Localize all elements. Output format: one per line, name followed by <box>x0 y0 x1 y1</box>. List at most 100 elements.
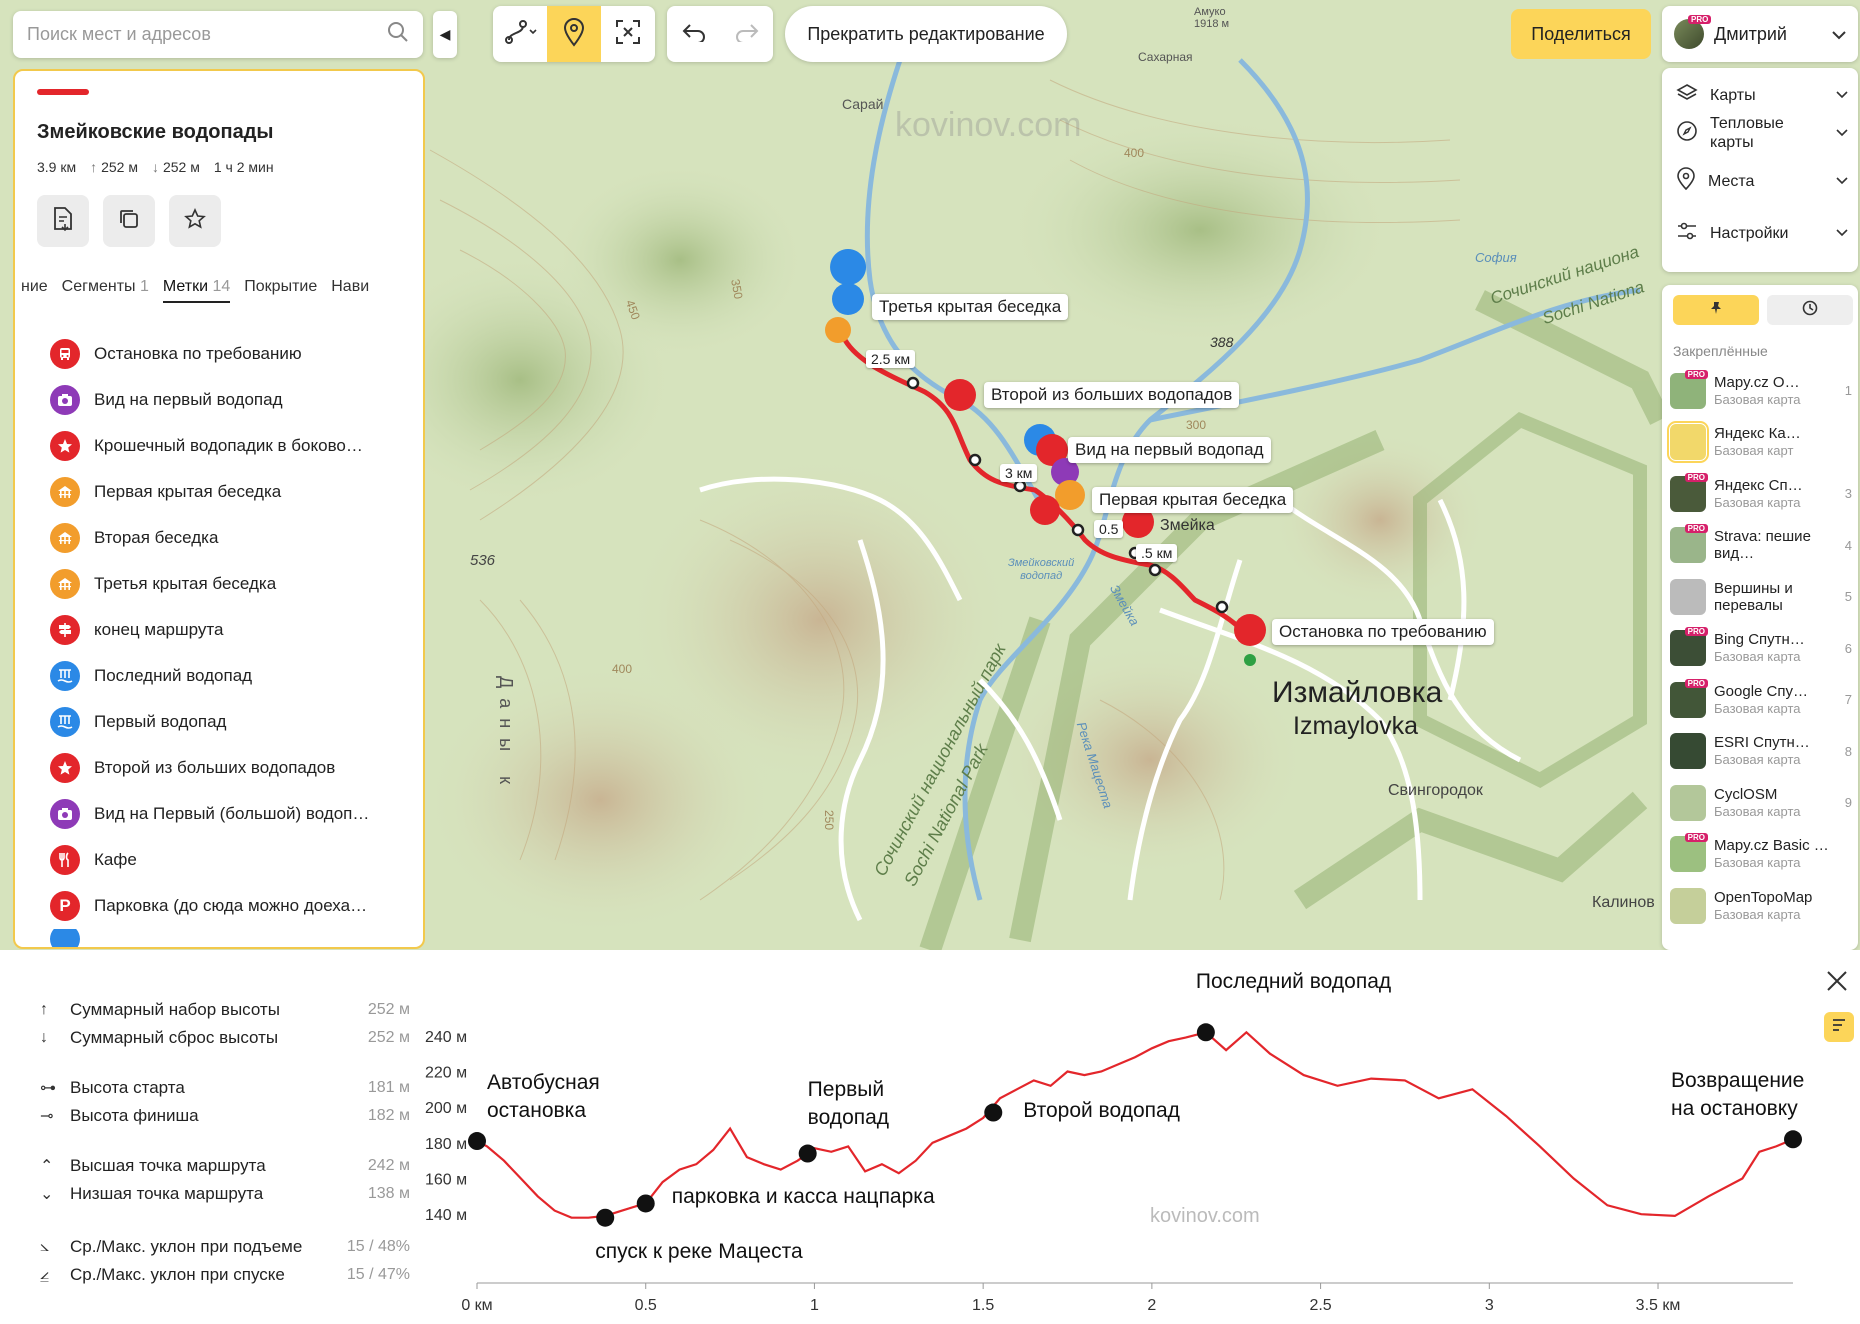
route-ascent-group: ↑ 252 м <box>90 159 138 175</box>
bus-icon <box>50 339 80 369</box>
waypoint-item[interactable]: Первая крытая беседка <box>50 469 410 515</box>
layers-menu-item[interactable]: Карты <box>1676 80 1848 110</box>
user-name: Дмитрий <box>1714 23 1787 44</box>
waypoint-item[interactable]: Третья крытая беседка <box>50 561 410 607</box>
pro-badge: PRO <box>1688 15 1712 24</box>
legend-button[interactable] <box>1824 1012 1854 1042</box>
select-area-tool-button[interactable] <box>601 6 655 62</box>
waypoint-item[interactable]: Кафе <box>50 837 410 883</box>
avatar: PRO <box>1674 15 1712 49</box>
redo-icon <box>735 22 759 47</box>
close-profile-button[interactable] <box>1826 967 1848 999</box>
search-box[interactable] <box>13 11 423 58</box>
basemap-item[interactable]: Вершины и перевалы 5 <box>1670 571 1852 622</box>
basemap-text: Mapy.cz Basic … Базовая карта <box>1714 837 1832 871</box>
x-tick-label: 0.5 <box>635 1297 657 1314</box>
map-callout-bus-stop[interactable]: Остановка по требованию <box>1272 619 1494 645</box>
basemap-name: Bing Спутн… <box>1714 631 1805 648</box>
search-input[interactable] <box>27 24 387 45</box>
route-stats: 3.9 км ↑ 252 м ↓ 252 м 1 ч 2 мин <box>37 159 274 175</box>
tab-segments[interactable]: Сегменты 1 <box>62 278 149 303</box>
layers-menu-item[interactable]: Тепловые карты <box>1676 108 1848 158</box>
basemap-hotkey: 3 <box>1844 486 1852 501</box>
export-gpx-button[interactable] <box>37 195 89 247</box>
map-callout-waterfall-2[interactable]: Второй из больших водопадов <box>984 382 1240 408</box>
tab-navigation[interactable]: Нави <box>331 278 369 303</box>
basemap-item[interactable]: CyclOSM Базовая карта 9 <box>1670 777 1852 828</box>
chevron-down-icon <box>1836 172 1848 190</box>
marker-label: Первый водопад <box>807 1077 890 1129</box>
route-ascent: 252 м <box>101 159 138 175</box>
undo-button[interactable] <box>667 6 720 62</box>
basemap-hotkey: 5 <box>1844 589 1852 604</box>
map-callout-gazebo-3[interactable]: Третья крытая беседка <box>872 294 1069 320</box>
waypoint-item[interactable]: Крошечный водопадик в боково… <box>50 423 410 469</box>
basemap-name: Mapy.cz Basic … <box>1714 837 1829 854</box>
x-tick-label: 3.5 км <box>1636 1297 1681 1314</box>
waypoint-item[interactable]: Остановка по требованию <box>50 331 410 377</box>
map-label-sakharnaya: Сахарная <box>1138 50 1193 64</box>
favorite-button[interactable] <box>169 195 221 247</box>
tab-markers[interactable]: Метки 14 <box>162 278 231 303</box>
stop-editing-button[interactable]: Прекратить редактирование <box>785 6 1067 62</box>
map-contour-300: 300 <box>1186 418 1207 432</box>
search-icon[interactable] <box>387 21 409 48</box>
pinned-heading: Закреплённые <box>1673 343 1768 359</box>
route-color-bar[interactable] <box>37 89 89 95</box>
tab-pinned[interactable] <box>1673 295 1759 325</box>
basemap-item[interactable]: PRO Google Спу… Базовая карта 7 <box>1670 674 1852 725</box>
share-button[interactable]: Поделиться <box>1511 9 1651 59</box>
waypoint-item[interactable]: Вторая беседка <box>50 515 410 561</box>
basemap-name: Яндекс Сп… <box>1714 476 1803 494</box>
basemap-item[interactable]: PRO Bing Спутн… Базовая карта 6 <box>1670 623 1852 674</box>
basemap-item[interactable]: PRO Strava: пешие вид… 4 <box>1670 520 1852 571</box>
layers-menu-item[interactable]: Настройки <box>1676 218 1848 248</box>
waypoint-item[interactable]: конец маршрута <box>50 607 410 653</box>
pro-badge: PRO <box>1684 472 1708 482</box>
basemap-item[interactable]: ESRI Спутн… Базовая карта 8 <box>1670 726 1852 777</box>
basemap-text: Яндекс Сп… Базовая карта <box>1714 477 1832 511</box>
collapse-panel-button[interactable]: ◀ <box>433 11 457 58</box>
basemap-item[interactable]: OpenTopoMap Базовая карта <box>1670 880 1852 931</box>
basemap-name: Вершины и перевалы <box>1714 579 1793 614</box>
waypoint-label: Парковка (до сюда можно доеха… <box>94 896 368 915</box>
basemap-item[interactable]: Яндекс Ка… Базовая карт <box>1667 417 1852 468</box>
user-menu-button[interactable]: PRO Дмитрий <box>1662 6 1858 62</box>
y-tick-label: 140 м <box>425 1207 467 1224</box>
tab-recent[interactable] <box>1767 295 1853 325</box>
tab-segments-label: Сегменты <box>61 278 136 295</box>
basemap-item[interactable]: PRO Mapy.cz Basic … Базовая карта <box>1670 829 1852 880</box>
x-tick-label: 2.5 <box>1309 1297 1331 1314</box>
tab-description[interactable]: ние <box>21 278 48 303</box>
map-callout-view-1[interactable]: Вид на первый водопад <box>1068 437 1271 463</box>
basemap-sub: Базовая карта <box>1714 391 1801 407</box>
route-title[interactable]: Змейковские водопады <box>37 121 273 144</box>
basemap-item[interactable]: PRO Яндекс Сп… Базовая карта 3 <box>1670 468 1852 519</box>
basemap-item[interactable]: PRO Mapy.cz O… Базовая карта 1 <box>1670 365 1852 416</box>
routing-mode-button[interactable] <box>493 6 547 62</box>
basemap-name: OpenTopoMap <box>1714 888 1813 906</box>
basemap-text: ESRI Спутн… Базовая карта <box>1714 734 1832 768</box>
waypoint-item[interactable]: Второй из больших водопадов <box>50 745 410 791</box>
map-label-sofia: София <box>1475 250 1517 265</box>
elevation-chart[interactable]: 140 м 160 м 180 м 200 м 220 м 240 м 0 км 0.5 1 1.… <box>0 950 1860 1324</box>
tab-surface[interactable]: Покрытие <box>244 278 317 303</box>
marker-dot <box>984 1103 1003 1122</box>
add-marker-tool-button[interactable] <box>547 6 601 62</box>
waypoint-item[interactable]: Вид на первый водопад <box>50 377 410 423</box>
x-tick-label: 2 <box>1147 1297 1156 1314</box>
waypoint-item[interactable]: Последний водопад <box>50 653 410 699</box>
chevron-down-icon <box>1836 224 1848 242</box>
map-km-label-0-5: 0.5 <box>1094 520 1124 538</box>
tab-segments-count: 1 <box>139 278 149 295</box>
waypoint-item[interactable]: Первый водопад <box>50 699 410 745</box>
map-label-kalinov: Калинов <box>1592 894 1655 911</box>
waypoint-item[interactable]: Вид на Первый (большой) водоп… <box>50 791 410 837</box>
copy-route-button[interactable] <box>103 195 155 247</box>
map-callout-gazebo-1[interactable]: Первая крытая беседка <box>1092 487 1294 513</box>
waypoint-item[interactable]: P Парковка (до сюда можно доеха… <box>50 883 410 929</box>
layers-menu-item[interactable]: Места <box>1676 166 1848 196</box>
elevation-profile: ↑ Суммарный набор высоты 252 м ↓ Суммарный с… <box>0 950 1860 1324</box>
layers-menu: Карты Тепловые карты Места Настройки <box>1662 68 1858 272</box>
redo-button[interactable] <box>720 6 773 62</box>
